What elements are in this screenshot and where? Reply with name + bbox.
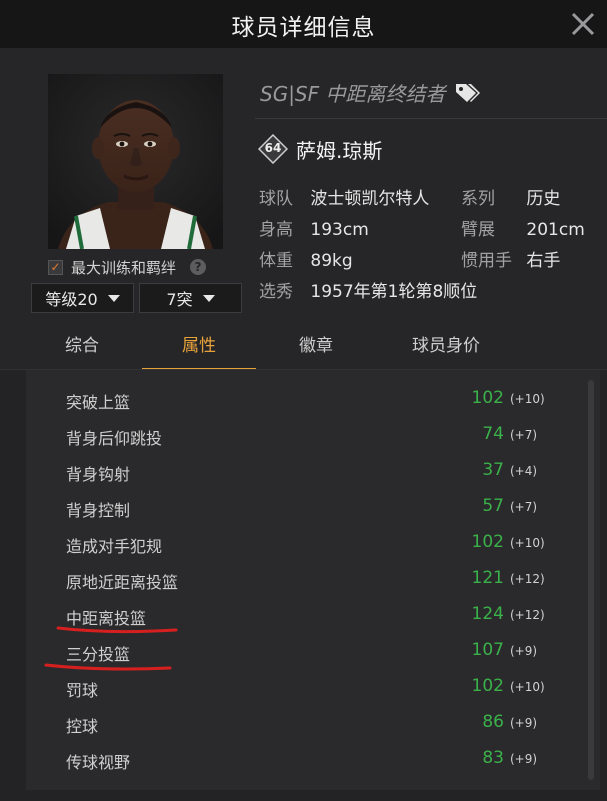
breakthrough-dropdown-value: 7突: [166, 290, 193, 309]
list-item: 突破上篮 102 (+10): [26, 382, 586, 418]
level-dropdown[interactable]: 等级20: [31, 283, 134, 313]
tab-overview[interactable]: 综合: [28, 328, 136, 368]
info-label: 系列: [461, 189, 495, 209]
list-item: 造成对手犯规 102 (+10): [26, 526, 586, 562]
chevron-down-icon: [107, 294, 120, 302]
attribute-value: 57 (+7): [482, 496, 542, 516]
tab-badges[interactable]: 徽章: [262, 328, 370, 368]
tab-attributes[interactable]: 属性: [142, 328, 256, 370]
attribute-bonus: (+9): [510, 716, 538, 730]
attribute-bonus: (+7): [510, 500, 538, 514]
list-item: 传球视野 83 (+9): [26, 742, 586, 778]
attribute-name: 背身后仰跳投: [66, 429, 163, 448]
close-icon: [571, 12, 595, 36]
list-item: 控球 86 (+9): [26, 706, 586, 742]
info-label: 体重: [259, 251, 293, 271]
level-dropdown-value: 等级20: [45, 290, 98, 309]
info-label: 球队: [259, 189, 293, 209]
info-value: 右手: [526, 251, 561, 271]
info-team: 球队 波士顿凯尔特人: [259, 184, 430, 209]
info-height: 身高 193cm: [259, 215, 369, 240]
rating-badge: 64: [257, 133, 289, 165]
attribute-name: 突破上篮: [66, 393, 131, 412]
player-summary: ✓ 最大训练和羁绊 ? 等级20 7突 SG|SF 中距离终结者 64 萨姆.琼…: [0, 48, 607, 328]
attribute-bonus: (+4): [510, 464, 538, 478]
tag-icon[interactable]: [454, 81, 480, 103]
attribute-name: 背身钩射: [66, 465, 131, 484]
list-scrollbar[interactable]: [588, 380, 594, 780]
info-label: 选秀: [259, 282, 293, 302]
list-item: 背身钩射 37 (+4): [26, 454, 586, 490]
attribute-name: 背身控制: [66, 501, 131, 520]
attribute-list[interactable]: 突破上篮 102 (+10) 背身后仰跳投 74 (+7) 背身钩射 37 (+4) …: [26, 370, 600, 790]
info-weight: 体重 89kg: [259, 246, 353, 271]
breakthrough-dropdown[interactable]: 7突: [139, 283, 242, 313]
list-item: 背身控制 57 (+7): [26, 490, 586, 526]
attribute-name: 传球视野: [66, 753, 131, 772]
list-item: 三分投篮 107 (+9): [26, 634, 586, 670]
player-detail-window: 球员详细信息 ✓ 最大训练和羁绊 ? 等级20 7突 SG|SF 中距离终结者 …: [0, 0, 607, 801]
player-name: 萨姆.琼斯: [296, 138, 383, 163]
attribute-value: 83 (+9): [482, 748, 542, 768]
tab-bar: 综合 属性 徽章 球员身价: [0, 328, 607, 370]
attribute-value: 107 (+9): [472, 640, 542, 660]
title-bar: 球员详细信息: [0, 0, 607, 48]
info-label: 臂展: [461, 220, 495, 240]
attribute-value: 124 (+12): [471, 604, 545, 624]
attribute-bonus: (+10): [510, 680, 545, 694]
rating-value: 64: [264, 141, 282, 155]
attribute-bonus: (+9): [510, 752, 538, 766]
attribute-bonus: (+10): [510, 536, 545, 550]
info-draft: 选秀 1957年第1轮第8顺位: [259, 277, 478, 302]
info-value: 历史: [526, 189, 561, 209]
info-wingspan: 臂展 201cm: [461, 215, 585, 240]
attribute-value: 102 (+10): [471, 676, 545, 696]
info-label: 身高: [259, 220, 293, 240]
player-portrait: [48, 74, 223, 249]
max-training-checkbox[interactable]: ✓: [48, 259, 63, 275]
attribute-value: 74 (+7): [482, 424, 542, 444]
list-item: 背身后仰跳投 74 (+7): [26, 418, 586, 454]
attribute-value: 86 (+9): [482, 712, 542, 732]
tab-player-value[interactable]: 球员身价: [376, 328, 516, 368]
info-value: 193cm: [310, 220, 369, 240]
info-value: 89kg: [310, 251, 353, 271]
list-item: 罚球 102 (+10): [26, 670, 586, 706]
attribute-name: 造成对手犯规: [66, 537, 163, 556]
attribute-bonus: (+7): [510, 428, 538, 442]
attribute-bonus: (+9): [510, 644, 538, 658]
list-item: 原地近距离投篮 121 (+12): [26, 562, 586, 598]
info-hand: 惯用手 右手: [461, 246, 561, 271]
attribute-value: 102 (+10): [471, 388, 545, 408]
info-value: 1957年第1轮第8顺位: [310, 282, 478, 302]
list-item: 中距离投篮 124 (+12): [26, 598, 586, 634]
position-tag-row: SG|SF 中距离终结者: [260, 74, 607, 110]
attribute-bonus: (+12): [510, 572, 545, 586]
info-value: 波士顿凯尔特人: [310, 189, 430, 209]
player-name-row: 64 萨姆.琼斯: [257, 133, 383, 165]
attribute-bonus: (+10): [510, 392, 545, 406]
max-training-label: 最大训练和羁绊: [71, 258, 177, 277]
help-icon[interactable]: ?: [190, 259, 207, 275]
attribute-bonus: (+12): [510, 608, 545, 622]
info-label: 惯用手: [461, 251, 512, 271]
attribute-name: 控球: [66, 717, 99, 736]
divider: [255, 118, 607, 119]
attribute-name: 原地近距离投篮: [66, 573, 179, 592]
attribute-value: 102 (+10): [471, 532, 545, 552]
attribute-name: 三分投篮: [66, 645, 131, 664]
attribute-name: 罚球: [66, 681, 99, 700]
info-series: 系列 历史: [461, 184, 561, 209]
window-title: 球员详细信息: [231, 15, 376, 41]
max-training-option[interactable]: ✓ 最大训练和羁绊 ?: [48, 255, 233, 279]
info-value: 201cm: [526, 220, 585, 240]
attribute-name: 中距离投篮: [66, 609, 147, 628]
position-tag: SG|SF 中距离终结者: [260, 81, 446, 106]
chevron-down-icon: [202, 294, 215, 302]
close-button[interactable]: [567, 8, 599, 40]
attribute-value: 37 (+4): [482, 460, 542, 480]
attribute-value: 121 (+12): [471, 568, 545, 588]
